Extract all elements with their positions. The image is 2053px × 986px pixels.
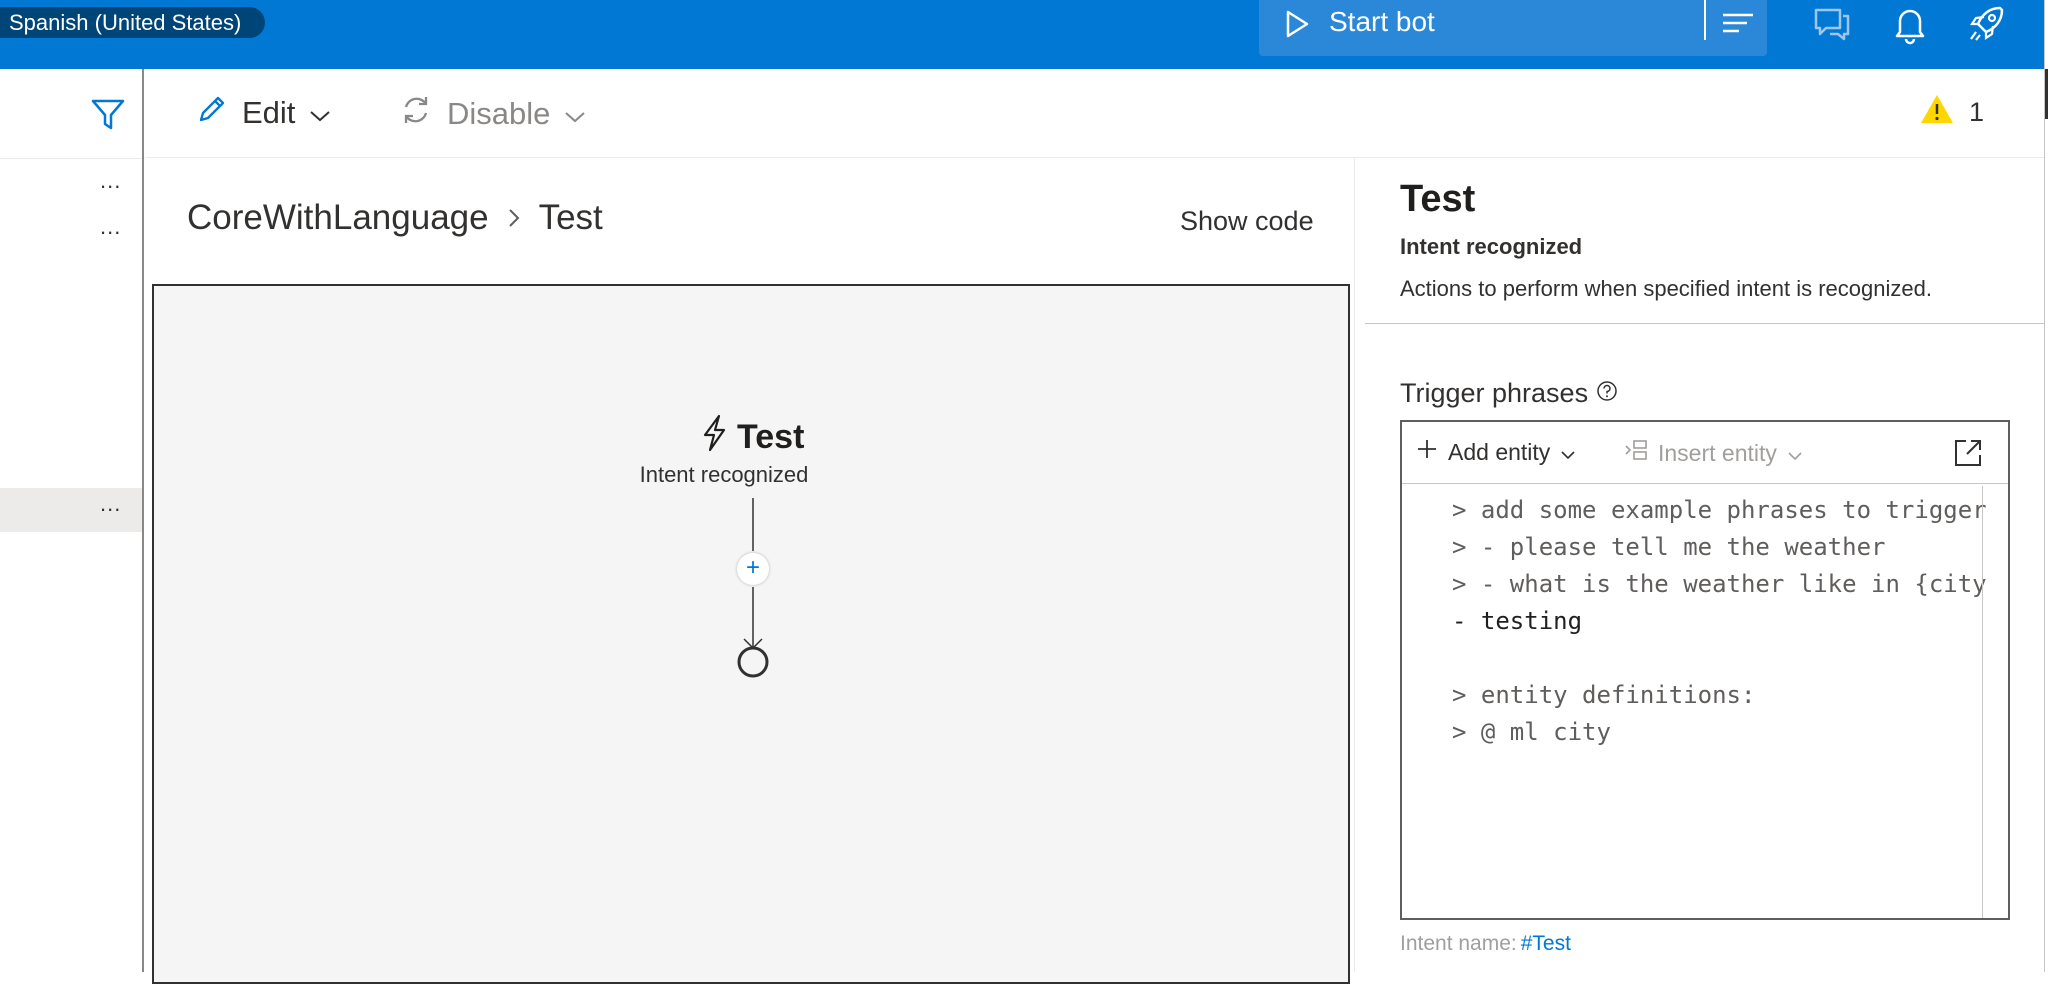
insert-entity-label: Insert entity	[1658, 439, 1777, 466]
code-line: > - please tell me the weather	[1452, 533, 1886, 561]
editor-toolbar: Add entity Insert entity	[1402, 422, 2008, 484]
add-action-button[interactable]: +	[737, 553, 769, 585]
pencil-icon	[196, 93, 228, 133]
selected-nav-row[interactable]: ...	[0, 488, 142, 532]
popout-icon[interactable]	[1952, 437, 1984, 474]
add-entity-label: Add entity	[1448, 438, 1551, 465]
bot-menu-icon[interactable]	[1721, 10, 1755, 41]
warning-count: 1	[1969, 97, 1985, 127]
end-node-circle	[737, 646, 769, 678]
chevron-down-icon	[309, 95, 331, 131]
notification-bell-icon[interactable]	[1888, 2, 1932, 51]
panel-subtitle: Intent recognized	[1400, 234, 1583, 259]
trigger-phrases-label: Trigger phrases	[1400, 378, 1618, 409]
help-icon[interactable]	[1596, 378, 1618, 409]
trigger-phrases-text: Trigger phrases	[1400, 378, 1589, 408]
more-options-icon[interactable]: ...	[100, 214, 121, 240]
insert-entity-button[interactable]: Insert entity	[1624, 438, 1803, 468]
breadcrumb-current: Test	[538, 198, 603, 237]
editor-scrollbar[interactable]	[1982, 486, 1983, 918]
chat-icon[interactable]	[1810, 2, 1854, 51]
left-navigation: ... ... ...	[0, 69, 144, 972]
edit-button[interactable]: Edit	[196, 93, 331, 133]
add-entity-button[interactable]: Add entity	[1416, 438, 1576, 466]
panel-description: Actions to perform when specified intent…	[1400, 276, 1932, 301]
start-bot-label: Start bot	[1329, 6, 1435, 37]
code-line: > entity definitions:	[1452, 681, 1756, 709]
code-content[interactable]: > add some example phrases to trigger > -…	[1452, 492, 1987, 751]
toolbar: Edit Disable 1	[146, 69, 2044, 158]
nav-divider	[0, 158, 142, 159]
chevron-down-icon	[1560, 439, 1576, 466]
locale-selector[interactable]: Spanish (United States)	[0, 7, 265, 38]
more-options-icon[interactable]: ...	[100, 491, 121, 517]
panel-divider	[1365, 323, 2045, 324]
more-options-icon[interactable]: ...	[100, 168, 121, 194]
trigger-phrases-editor[interactable]: Add entity Insert entity > add some exam…	[1400, 420, 2010, 920]
code-line: - testing	[1452, 607, 1583, 635]
flow-connector	[737, 498, 769, 678]
filter-icon[interactable]	[90, 97, 126, 138]
refresh-disable-icon	[399, 93, 433, 135]
show-code-button[interactable]: Show code	[1180, 206, 1314, 237]
edit-label: Edit	[242, 95, 296, 130]
properties-panel: Test Intent recognized Actions to perfor…	[1354, 158, 2045, 972]
plus-icon	[1416, 438, 1438, 466]
right-edge-strip	[2044, 0, 2053, 972]
panel-title: Test	[1400, 178, 1476, 220]
start-bot-divider	[1704, 0, 1706, 40]
intent-name-row: Intent name: #Test	[1400, 932, 1571, 956]
top-bar: Spanish (United States) Start bot	[0, 0, 2044, 69]
warning-indicator[interactable]: 1	[1919, 93, 1984, 132]
code-line: > @ ml city	[1452, 718, 1611, 746]
rocket-icon[interactable]	[1964, 2, 2008, 51]
play-icon	[1284, 10, 1310, 43]
disable-button[interactable]: Disable	[399, 93, 586, 135]
chevron-down-icon	[564, 96, 586, 132]
warning-icon	[1919, 93, 1955, 132]
chevron-down-icon	[1787, 440, 1803, 467]
intent-name-value[interactable]: #Test	[1521, 932, 1571, 955]
intent-name-label: Intent name:	[1400, 932, 1517, 955]
edge-indicator	[2045, 69, 2048, 119]
breadcrumb: CoreWithLanguage Test	[187, 198, 603, 238]
insert-icon	[1624, 438, 1648, 468]
disable-label: Disable	[447, 96, 551, 131]
flow-canvas[interactable]: Test Intent recognized +	[152, 284, 1350, 984]
start-bot-button[interactable]: Start bot	[1259, 0, 1767, 56]
breadcrumb-separator-icon	[507, 198, 521, 238]
code-line: > - what is the weather like in {city	[1452, 570, 1987, 598]
code-line: > add some example phrases to trigger	[1452, 496, 1987, 524]
breadcrumb-root[interactable]: CoreWithLanguage	[187, 198, 489, 238]
